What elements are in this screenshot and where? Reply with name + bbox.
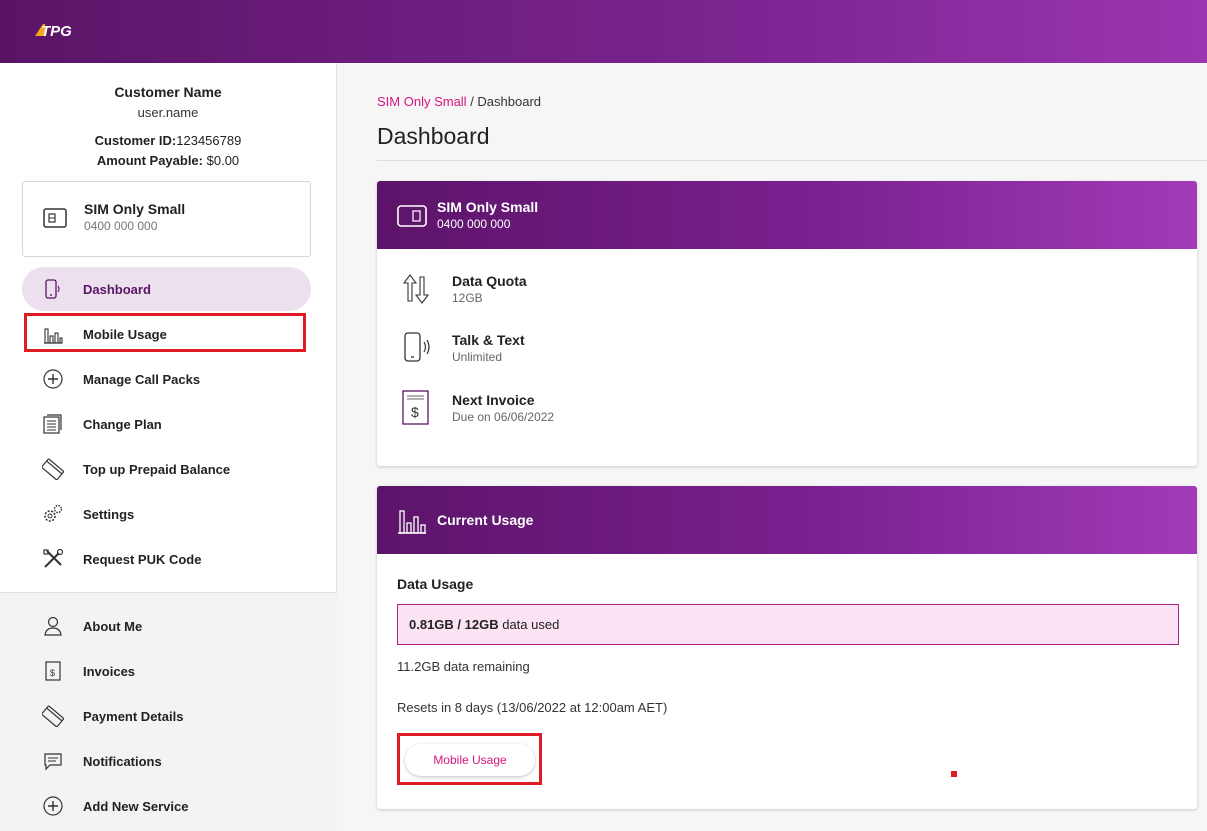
document-stack-icon (43, 414, 62, 434)
breadcrumb: SIM Only Small / Dashboard (377, 94, 541, 109)
customer-id: Customer ID:123456789 (0, 133, 336, 148)
sidebar: Customer Name user.name Customer ID:1234… (0, 63, 337, 831)
feature-talk-text: Talk & Text Unlimited (401, 330, 801, 370)
highlight-box (397, 733, 542, 785)
data-usage-bar: 0.81GB / 12GB data used (397, 604, 1179, 645)
sim-card-icon (397, 205, 427, 227)
nav-label: Top up Prepaid Balance (83, 462, 231, 477)
customer-name: Customer Name (114, 84, 222, 100)
nav-dashboard[interactable]: Dashboard (22, 267, 311, 311)
data-usage-title: Data Usage (397, 576, 474, 592)
invoice-icon: $ (402, 390, 429, 425)
service-selector[interactable]: SIM Only Small 0400 000 000 (22, 181, 311, 257)
nav-label: Payment Details (83, 709, 184, 724)
usage-card-header: Current Usage (377, 486, 1197, 554)
card-icon (42, 458, 64, 480)
nav-label: About Me (83, 619, 143, 634)
plus-circle-icon (43, 796, 63, 816)
amount-payable-value: $0.00 (206, 153, 240, 168)
bar-chart-icon (398, 510, 426, 534)
feature-data-quota: Data Quota 12GB (401, 271, 801, 311)
tpg-logo[interactable]: TPG (31, 20, 87, 40)
plan-card: SIM Only Small 0400 000 000 Data Quota 1… (377, 181, 1197, 466)
nav-label: Dashboard (83, 282, 151, 297)
feature-title: Next Invoice (452, 392, 535, 408)
plan-card-header: SIM Only Small 0400 000 000 (377, 181, 1197, 249)
breadcrumb-separator: / (466, 94, 478, 109)
nav-label: Add New Service (83, 799, 189, 814)
nav-notifications[interactable]: Notifications (22, 739, 311, 783)
feature-sub: Unlimited (452, 350, 503, 364)
plan-card-title: SIM Only Small (437, 199, 539, 215)
usage-card-title: Current Usage (437, 512, 534, 528)
nav-about-me[interactable]: About Me (22, 604, 311, 648)
nav-label: Request PUK Code (83, 552, 202, 567)
breadcrumb-link[interactable]: SIM Only Small (377, 94, 467, 109)
amount-payable-label: Amount Payable: (96, 153, 203, 168)
plan-card-number: 0400 000 000 (437, 217, 511, 231)
data-arrows-icon (402, 274, 430, 304)
secondary-nav: About Me $ Invoices Payment Details Noti… (0, 593, 337, 831)
svg-text:$: $ (411, 404, 419, 420)
highlight-box (24, 313, 306, 352)
title-divider (377, 160, 1207, 161)
nav-request-puk[interactable]: Request PUK Code (22, 537, 311, 581)
phone-icon (404, 332, 430, 362)
customer-id-value: 123456789 (176, 133, 242, 148)
nav-manage-call-packs[interactable]: Manage Call Packs (22, 357, 311, 401)
nav-invoices[interactable]: $ Invoices (22, 649, 311, 693)
top-bar: TPG (0, 0, 1207, 63)
data-used-suffix: data used (498, 617, 560, 632)
feature-title: Data Quota (452, 273, 527, 289)
nav-top-up-prepaid[interactable]: Top up Prepaid Balance (22, 447, 311, 491)
nav-change-plan[interactable]: Change Plan (22, 402, 311, 446)
nav-label: Settings (83, 507, 135, 522)
data-remaining: 11.2GB data remaining (397, 659, 530, 674)
amount-payable: Amount Payable: $0.00 (0, 153, 336, 168)
tools-icon (43, 548, 64, 568)
reset-info: Resets in 8 days (13/06/2022 at 12:00am … (397, 700, 668, 715)
main-content: SIM Only Small / Dashboard Dashboard SIM… (338, 63, 1207, 831)
service-number: 0400 000 000 (84, 219, 158, 233)
feature-title: Talk & Text (452, 332, 525, 348)
nav-label: Manage Call Packs (83, 372, 201, 387)
service-plan-name: SIM Only Small (84, 201, 186, 217)
user-icon (44, 616, 62, 636)
nav-label: Notifications (83, 754, 162, 769)
gears-icon (44, 504, 63, 522)
sim-card-icon (43, 208, 67, 228)
feature-next-invoice: $ Next Invoice Due on 06/06/2022 (401, 390, 801, 430)
nav-payment-details[interactable]: Payment Details (22, 694, 311, 738)
feature-sub: 12GB (452, 291, 483, 305)
nav-label: Change Plan (83, 417, 162, 432)
invoice-icon: $ (45, 661, 61, 681)
plus-circle-icon (43, 369, 63, 389)
logo-text: TPG (41, 23, 72, 40)
phone-icon (45, 279, 60, 299)
customer-id-label: Customer ID: (94, 133, 177, 148)
breadcrumb-current: Dashboard (477, 94, 542, 109)
page-title: Dashboard (377, 123, 490, 149)
chat-icon (44, 753, 62, 771)
nav-label: Invoices (83, 664, 136, 679)
feature-sub: Due on 06/06/2022 (452, 410, 555, 424)
nav-add-new-service[interactable]: Add New Service (22, 784, 311, 828)
card-icon (42, 705, 64, 727)
nav-settings[interactable]: Settings (22, 492, 311, 536)
customer-username: user.name (137, 105, 199, 120)
data-usage-text: 0.81GB / 12GB data used (409, 617, 559, 632)
data-used-amount: 0.81GB / 12GB (409, 617, 499, 632)
cursor-marker (951, 771, 957, 777)
svg-text:$: $ (50, 668, 55, 678)
